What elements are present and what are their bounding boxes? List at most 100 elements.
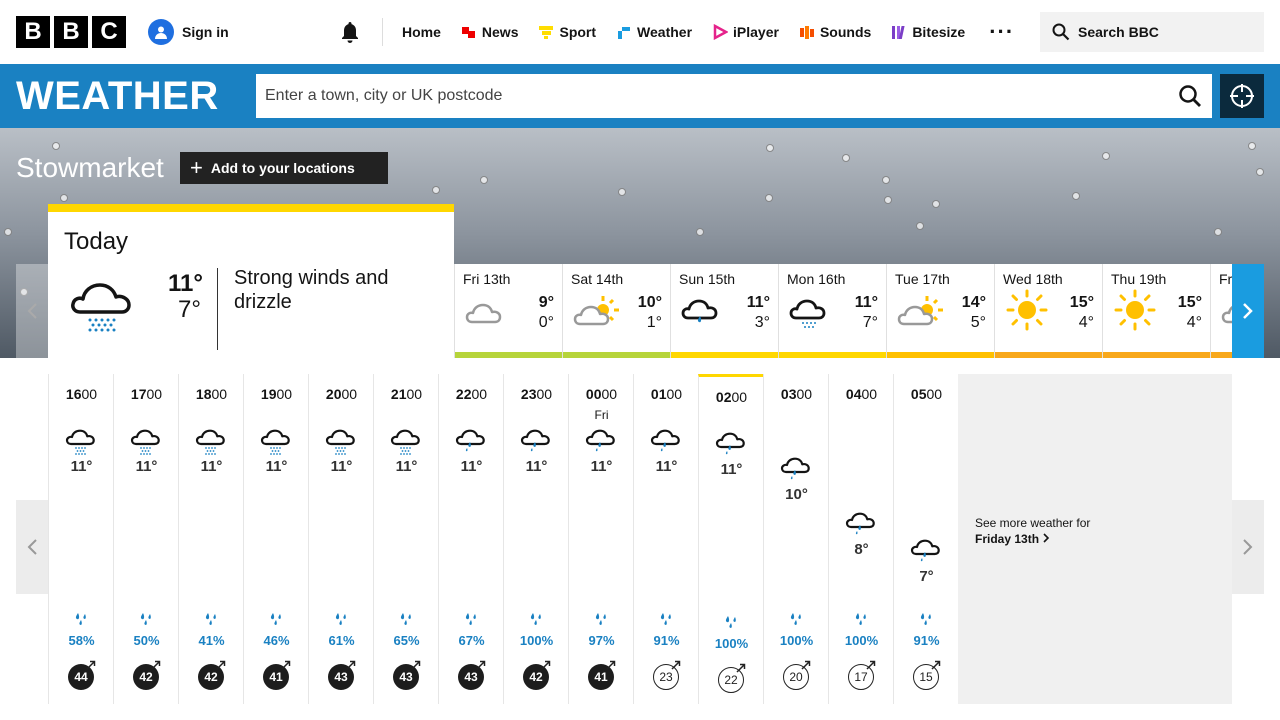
day-tab[interactable]: Tue 17th 14° 5° [886,264,994,358]
hour-column[interactable]: 1800 11° 41% 42 [178,374,243,704]
nav-sport[interactable]: Sport [528,0,606,64]
hour-column[interactable]: 2100 11° 65% 43 [373,374,438,704]
nav-weather[interactable]: Weather [606,0,702,64]
day-tab[interactable]: Fr [1210,264,1232,358]
rain-chance: 65% [393,633,420,648]
see-more-link[interactable]: See more weather for Friday 13th [958,374,1232,704]
raindrops-icon [527,612,547,633]
daily-forecast-strip: Fri 13th 9° 0° Sat 14th 10° 1° Sun 15th … [454,264,1232,358]
nav-news[interactable]: News [451,0,529,64]
hour-column[interactable]: 2000 11° 61% 43 [308,374,373,704]
rain-chance: 61% [328,633,355,648]
sounds-icon [799,26,814,39]
temperature-bar [563,352,670,358]
days-next-button[interactable] [1232,264,1264,358]
plus-icon: + [190,155,203,180]
nav-sounds[interactable]: Sounds [789,0,881,64]
bell-icon[interactable] [338,20,362,44]
cloud-icon [1221,292,1232,337]
day-tab[interactable]: Mon 16th 11° 7° [778,264,886,358]
hour-column[interactable]: 1900 11° 46% 41 [243,374,308,704]
hour-column[interactable]: 2300 11° 100% 42 [503,374,568,704]
day-tab[interactable]: Sun 15th 11° 3° [670,264,778,358]
hour-time: 2100 [390,386,423,402]
raindrops-icon [267,612,287,633]
hour-temp: 11° [70,458,93,475]
use-my-location-button[interactable] [1220,74,1264,118]
drizzle-cloud-icon [390,424,422,461]
nav-label: Sounds [819,24,872,40]
see-more-line2: Friday 13th [975,532,1050,546]
header-divider [382,18,383,46]
rain-drop [916,222,924,230]
today-card[interactable]: Today 11° 7° Strong winds and drizzle [48,204,454,358]
hour-temp: 11° [720,461,743,478]
more-menu-button[interactable]: ··· [975,0,1028,64]
raindrops-icon [787,612,807,633]
bbc-search-box[interactable]: Search BBC [1040,12,1264,52]
nav-iplayer[interactable]: iPlayer [702,0,789,64]
hour-time: 0000 [585,386,618,402]
day-tab[interactable]: Fri 13th 9° 0° [454,264,562,358]
hour-time: 0300 [780,386,813,402]
hour-temp: 11° [590,458,613,475]
rain-drop [1256,168,1264,176]
hour-column[interactable]: 0400 8° 100% 17 [828,374,893,704]
rain-chance: 100% [519,633,554,648]
drizzle-cloud-icon [130,424,162,461]
raindrops-icon [917,612,937,633]
day-tab[interactable]: Thu 19th 15° 4° [1102,264,1210,358]
rain-drop [1072,192,1080,200]
weather-title[interactable]: WEATHER [16,74,219,119]
wind-direction-icon [215,658,227,676]
search-icon[interactable] [1178,84,1202,108]
hour-column[interactable]: 0000 Fri 11° 97% 41 [568,374,633,704]
day-tab[interactable]: Sat 14th 10° 1° [562,264,670,358]
chevron-right-icon [1243,303,1253,319]
wind-direction-icon [150,658,162,676]
chevron-left-icon [27,303,37,319]
sign-in-button[interactable]: Sign in [148,19,229,45]
temperature-bar [887,352,994,358]
day-tab[interactable]: Wed 18th 15° 4° [994,264,1102,358]
add-location-button[interactable]: + Add to your locations [180,152,388,184]
rain-cloud-icon [520,424,552,461]
hour-time: 0400 [845,386,878,402]
sign-in-label: Sign in [182,24,229,40]
day-low: 4° [1078,314,1094,331]
rain-drop [60,194,68,202]
today-high-temp: 11° [168,270,203,297]
hour-column[interactable]: 0500 7° 91% 15 [893,374,958,704]
wind-direction-icon [280,658,292,676]
hour-column[interactable]: 1700 11° 50% 42 [113,374,178,704]
hour-column[interactable]: 0100 11° 91% 23 [633,374,698,704]
hour-time: 0500 [910,386,943,402]
bbc-logo[interactable]: B B C [16,16,126,48]
hourly-prev-button[interactable] [16,500,48,594]
days-prev-button[interactable] [16,264,48,358]
day-high: 15° [1069,294,1094,311]
hour-column[interactable]: 2200 11° 67% 43 [438,374,503,704]
rain-chance: 67% [458,633,485,648]
nav-bitesize[interactable]: Bitesize [881,0,975,64]
rain-cloud-icon [585,424,617,461]
hour-column[interactable]: 0200 11° 100% 22 [698,374,763,704]
sun-icon [1113,289,1157,337]
hour-time: 1600 [65,386,98,402]
nav-home[interactable]: Home [392,0,451,64]
iplayer-icon [713,24,729,40]
rain-drop [1102,152,1110,160]
hour-temp: 10° [785,486,808,503]
day-name: Fri 13th [463,271,511,287]
raindrops-icon [202,612,222,633]
location-name: Stowmarket [16,152,164,183]
hourly-next-button[interactable] [1232,500,1264,594]
day-low: 0° [538,314,554,331]
raindrops-icon [137,612,157,633]
location-search-input[interactable]: Enter a town, city or UK postcode [256,74,1212,118]
nav-label: iPlayer [733,24,779,40]
hour-column[interactable]: 1600 11° 58% 44 [48,374,113,704]
hour-column[interactable]: 0300 10° 100% 20 [763,374,828,704]
sun-cloud-icon [573,292,625,337]
nav-label: Home [402,24,441,40]
